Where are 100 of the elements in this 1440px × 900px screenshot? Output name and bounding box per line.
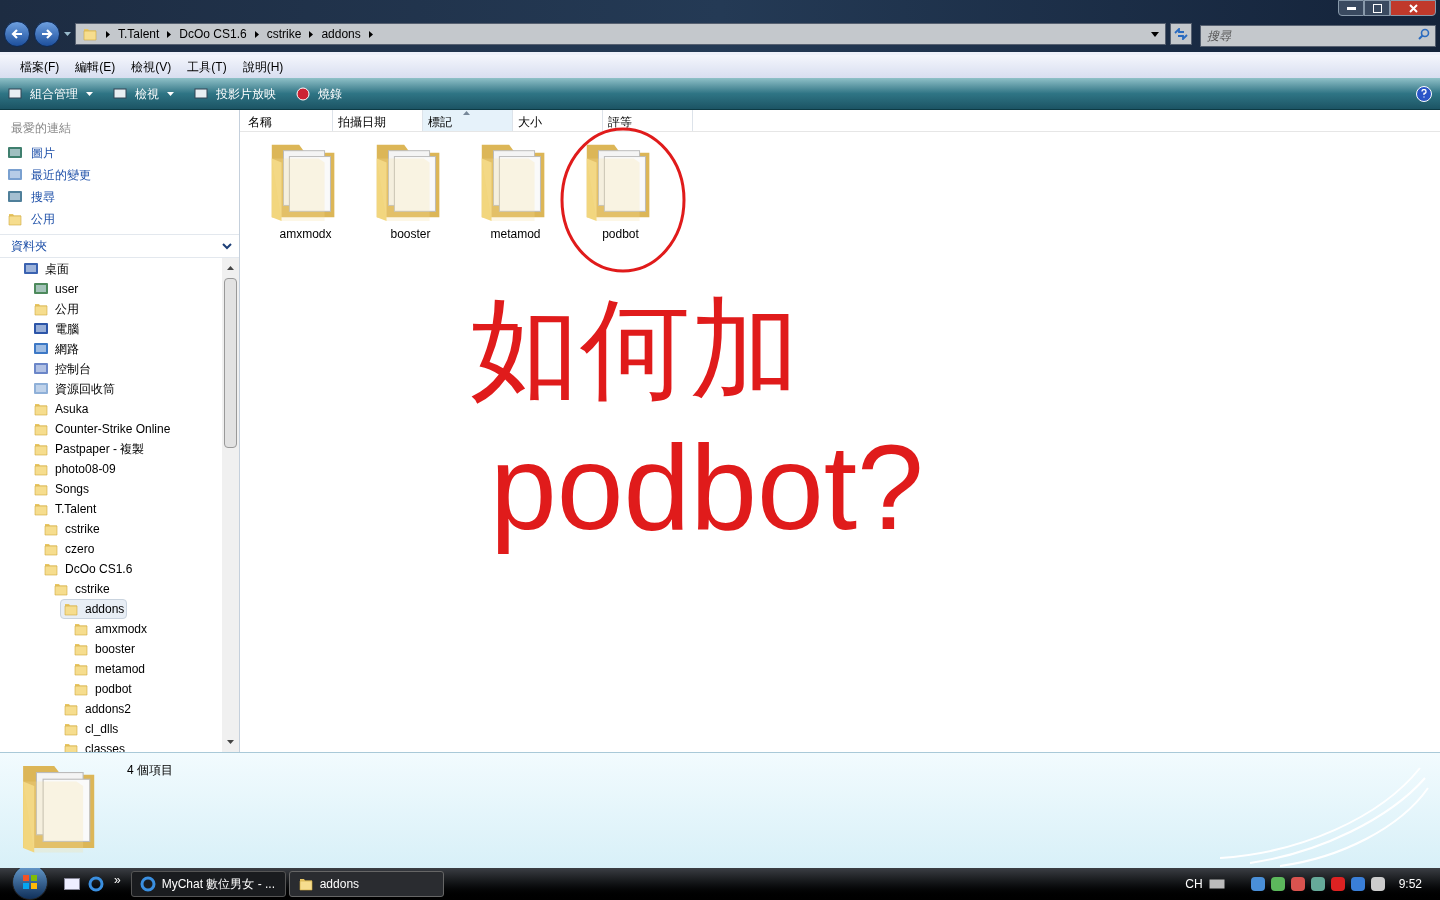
chevron-icon <box>368 30 373 38</box>
folder-icon <box>43 521 59 537</box>
taskbar-button[interactable]: addons <box>288 871 444 897</box>
refresh-button[interactable] <box>1170 23 1192 45</box>
tree-item[interactable]: photo08-09 <box>30 459 119 479</box>
folder-icon <box>33 481 49 497</box>
tree-item[interactable]: 桌面 <box>20 259 72 279</box>
tree-item[interactable]: czero <box>40 539 98 559</box>
favorite-link[interactable]: 圖片 <box>0 142 239 164</box>
minimize-button[interactable] <box>1338 0 1364 16</box>
question-mark-icon <box>1421 89 1427 98</box>
column-header[interactable]: 標記 <box>423 110 513 131</box>
tree-item[interactable]: Asuka <box>30 399 92 419</box>
tree-item[interactable]: 資源回收筒 <box>30 379 118 399</box>
tree-item[interactable]: podbot <box>70 679 135 699</box>
menu-item[interactable]: 說明(H) <box>242 57 284 76</box>
arrow-right-icon <box>41 28 53 40</box>
folder-item[interactable]: booster <box>358 137 463 243</box>
folder-icon <box>73 641 89 657</box>
menu-item[interactable]: 編輯(E) <box>75 57 116 76</box>
dropdown-icon <box>1151 31 1159 37</box>
close-button[interactable] <box>1390 0 1436 16</box>
favorite-link[interactable]: 公用 <box>0 208 239 230</box>
scroll-down-icon <box>227 740 234 744</box>
tree-item[interactable]: 電腦 <box>30 319 82 339</box>
folder-icon <box>82 26 98 42</box>
caret-icon <box>86 91 93 96</box>
refresh-icon <box>1174 28 1188 40</box>
tree-item[interactable]: T.Talent <box>30 499 100 519</box>
tree-item[interactable]: cstrike <box>40 519 103 539</box>
window-icon <box>113 86 127 101</box>
favorite-link[interactable]: 最近的變更 <box>0 164 239 186</box>
breadcrumb[interactable]: cstrike <box>266 25 302 43</box>
restore-button[interactable] <box>1364 0 1390 16</box>
close-icon <box>1408 3 1418 13</box>
more-button[interactable]: » <box>114 871 121 889</box>
search-field[interactable]: 搜尋 <box>1200 25 1436 47</box>
folder-item[interactable]: metamod <box>463 137 568 243</box>
folder-icon <box>33 441 49 457</box>
clock[interactable]: 9:52 <box>1398 875 1422 893</box>
section-title: 最愛的連結 <box>10 120 72 137</box>
folder-icon <box>33 461 49 477</box>
folder-item[interactable]: amxmodx <box>253 137 358 243</box>
folder-icon <box>43 541 59 557</box>
forward-button[interactable] <box>34 21 60 47</box>
back-button[interactable] <box>4 21 30 47</box>
breadcrumb[interactable]: DcOo CS1.6 <box>179 25 247 43</box>
taskbar-button[interactable]: MyChat 數位男女 - ... <box>130 871 286 897</box>
menu-item[interactable]: 工具(T) <box>187 57 227 76</box>
folder-icon <box>7 211 23 227</box>
handwritten-note: 如何加 podbot? <box>470 286 925 556</box>
favorite-link[interactable]: 搜尋 <box>0 186 239 208</box>
toolbar-button[interactable]: 投影片放映 <box>194 84 276 103</box>
disc-icon <box>296 86 310 101</box>
tree-item[interactable]: Songs <box>30 479 93 499</box>
folder-icon <box>63 601 79 617</box>
tree-item[interactable]: 控制台 <box>30 359 94 379</box>
chevron-icon <box>106 30 110 38</box>
caret-icon <box>167 91 174 96</box>
history-caret-icon <box>64 32 71 36</box>
windows-logo-icon <box>22 874 38 890</box>
item-count: 4 個項目 <box>126 762 173 779</box>
language-indicator[interactable]: CH <box>1185 875 1203 893</box>
tree-item[interactable]: addons2 <box>60 699 135 719</box>
menu-item[interactable]: 檔案(F) <box>20 57 60 76</box>
folder-icon <box>73 621 89 637</box>
folder-icon <box>63 701 79 717</box>
arrow-left-icon <box>11 28 23 40</box>
toolbar-button[interactable]: 檢視 <box>113 84 174 103</box>
tree-item[interactable]: user <box>30 279 82 299</box>
chevron-down-icon <box>222 242 232 250</box>
folder-icon <box>33 401 49 417</box>
breadcrumb[interactable]: addons <box>321 25 361 43</box>
help-button[interactable] <box>1416 85 1432 102</box>
tree-item[interactable]: booster <box>70 639 139 659</box>
tree-item[interactable]: Counter-Strike Online <box>30 419 174 439</box>
folder-icon <box>33 421 49 437</box>
tree-item[interactable]: cl_dlls <box>60 719 122 739</box>
toolbar-button[interactable]: 組合管理 <box>8 84 93 103</box>
chevron-icon <box>309 30 314 38</box>
tree-item[interactable]: metamod <box>70 659 149 679</box>
tree-item[interactable]: 公用 <box>30 299 82 319</box>
keyboard-icon <box>1208 879 1225 889</box>
menu-item[interactable]: 檢視(V) <box>131 57 172 76</box>
address-bar[interactable]: T.Talent DcOo CS1.6 cstrike addons <box>75 23 1166 45</box>
folder-icon <box>297 876 314 892</box>
tree-item[interactable]: Pastpaper - 複製 <box>30 439 148 459</box>
chevron-icon <box>167 30 172 38</box>
folders-header[interactable]: 資料夾 <box>0 234 239 258</box>
toolbar-button[interactable]: 燒錄 <box>296 84 342 103</box>
tree-item[interactable]: amxmodx <box>70 619 150 639</box>
tree-item[interactable]: DcOo CS1.6 <box>40 559 136 579</box>
chevron-icon <box>254 30 259 38</box>
tree-item[interactable]: cstrike <box>50 579 113 599</box>
tree-item[interactable]: addons <box>60 599 128 619</box>
scrollbar[interactable] <box>222 258 239 752</box>
breadcrumb[interactable]: T.Talent <box>118 25 160 43</box>
folder-icon <box>53 581 69 597</box>
folder-icon <box>33 301 49 317</box>
tree-item[interactable]: 網路 <box>30 339 82 359</box>
